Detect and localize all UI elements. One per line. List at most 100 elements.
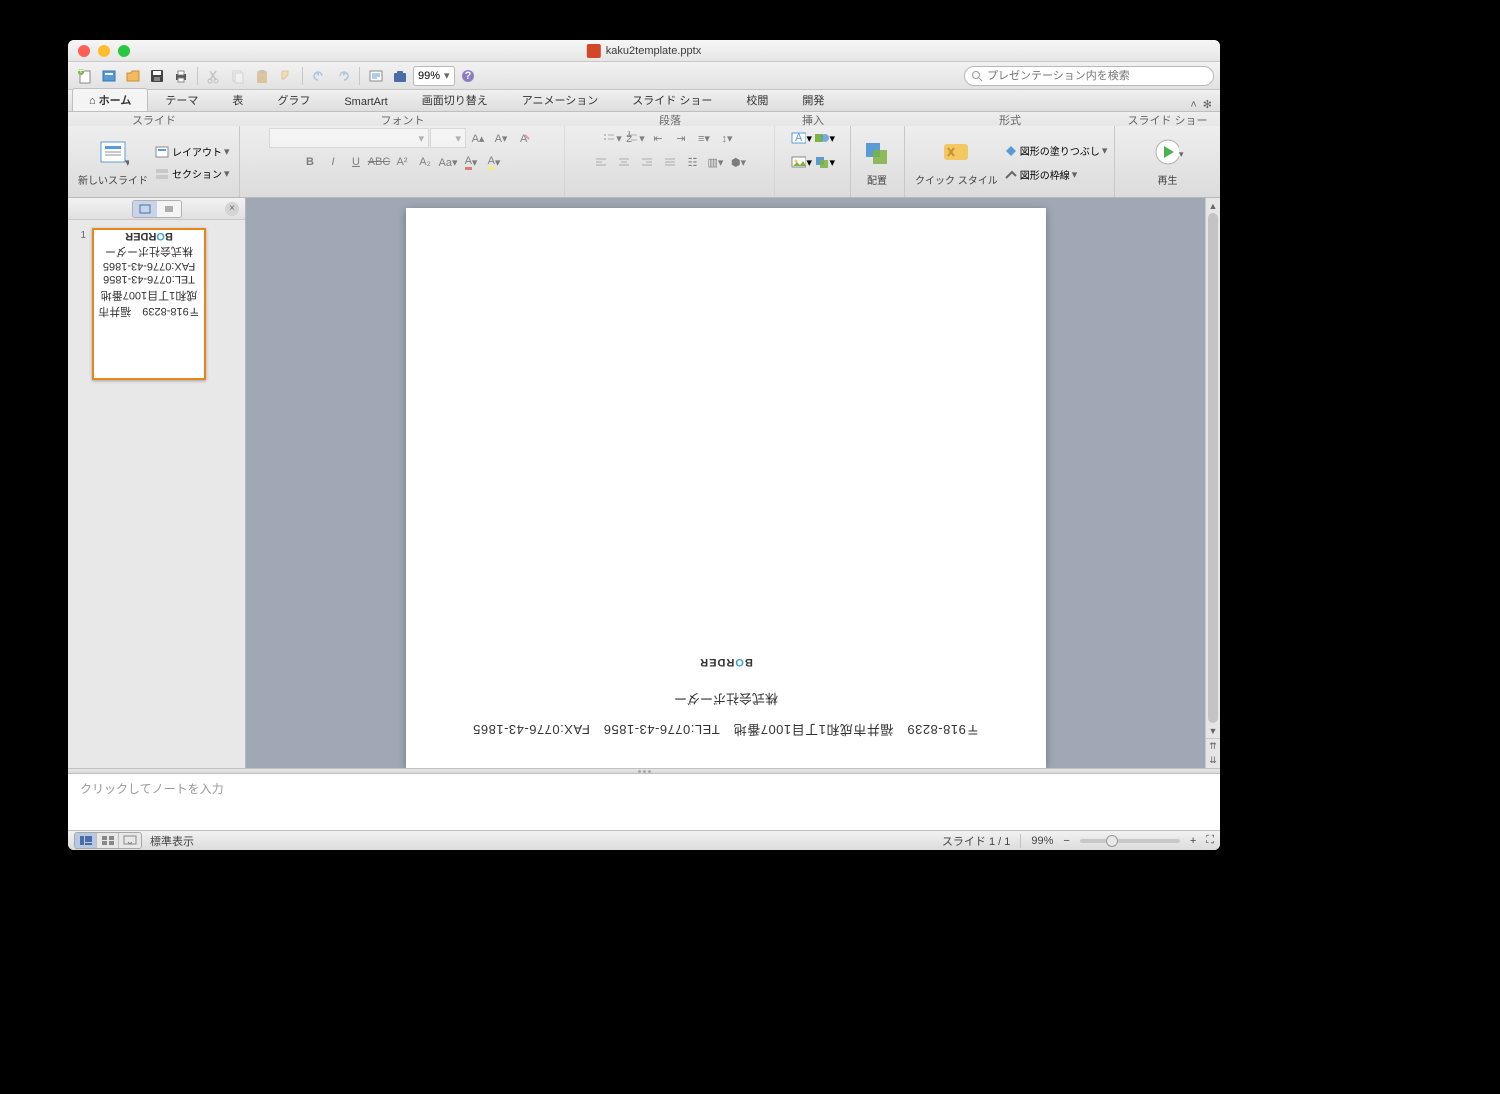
smartart-convert-button[interactable]: ⬢▾ — [728, 152, 750, 172]
new-file-button[interactable]: + — [74, 65, 96, 87]
distribute-button[interactable]: ☷ — [682, 152, 704, 172]
scroll-thumb[interactable] — [1208, 213, 1218, 723]
redo-button[interactable] — [332, 65, 354, 87]
search-box[interactable] — [964, 66, 1214, 86]
highlight-button[interactable]: A▾ — [483, 152, 505, 172]
tab-animation[interactable]: アニメーション — [505, 88, 616, 111]
svg-text:2: 2 — [626, 133, 632, 145]
svg-text:▾: ▾ — [125, 157, 129, 169]
normal-view-button[interactable] — [75, 833, 97, 848]
thumbnail-view-button[interactable] — [133, 201, 157, 217]
grow-font-button[interactable]: A▴ — [467, 128, 489, 148]
columns-button[interactable]: ▥▾ — [705, 152, 727, 172]
slide-canvas[interactable]: 〒918-8239 福井市成和1丁目1007番地 TEL:0776-43-185… — [246, 198, 1205, 768]
tab-chart[interactable]: グラフ — [260, 88, 327, 111]
address-text: 〒918-8239 福井市成和1丁目1007番地 TEL:0776-43-185… — [472, 721, 979, 740]
zoom-dropdown[interactable]: 99%▾ — [413, 66, 455, 86]
minimize-window-button[interactable] — [98, 45, 110, 57]
shape-outline-dropdown[interactable]: 図形の枠線▾ — [1004, 165, 1108, 185]
scroll-down-button[interactable]: ▼ — [1206, 723, 1220, 738]
outline-view-button[interactable] — [157, 201, 181, 217]
play-slideshow-button[interactable]: ▾ 再生 — [1148, 136, 1188, 189]
align-right-button[interactable] — [636, 152, 658, 172]
new-from-template-button[interactable] — [98, 65, 120, 87]
italic-button[interactable]: I — [322, 152, 344, 172]
zoom-slider[interactable] — [1080, 839, 1180, 843]
search-input[interactable] — [987, 70, 1207, 82]
shrink-font-button[interactable]: A▾ — [490, 128, 512, 148]
tab-table[interactable]: 表 — [215, 88, 260, 111]
notes-pane[interactable]: クリックしてノートを入力 — [68, 774, 1220, 830]
app-window: kaku2template.pptx + 99%▾ ? ⌂ホーム テーマ 表 グ… — [68, 40, 1220, 850]
undo-button[interactable] — [308, 65, 330, 87]
tab-transition[interactable]: 画面切り替え — [405, 88, 505, 111]
change-case-button[interactable]: Aa▾ — [437, 152, 459, 172]
tab-theme[interactable]: テーマ — [148, 88, 215, 111]
font-size-dropdown[interactable]: ▾ — [430, 128, 466, 148]
tab-home[interactable]: ⌂ホーム — [72, 88, 148, 111]
section-dropdown[interactable]: セクション▾ — [154, 164, 230, 184]
print-button[interactable] — [170, 65, 192, 87]
vertical-scrollbar[interactable]: ▲ ▼ ⇈ ⇊ — [1205, 198, 1220, 768]
superscript-button[interactable]: A² — [391, 152, 413, 172]
subscript-button[interactable]: A₂ — [414, 152, 436, 172]
next-slide-button[interactable]: ⇊ — [1206, 753, 1220, 768]
tab-developer[interactable]: 開発 — [785, 88, 841, 111]
text-box-button[interactable]: A▾ — [790, 128, 812, 148]
show-formatting-button[interactable] — [365, 65, 387, 87]
copy-button[interactable] — [227, 65, 249, 87]
open-button[interactable] — [122, 65, 144, 87]
outdent-button[interactable]: ⇤ — [647, 128, 669, 148]
align-center-button[interactable] — [613, 152, 635, 172]
underline-button[interactable]: U — [345, 152, 367, 172]
line-spacing-button[interactable]: ≡▾ — [693, 128, 715, 148]
zoom-out-button[interactable]: − — [1063, 835, 1069, 847]
font-color-button[interactable]: A▾ — [460, 152, 482, 172]
fit-window-button[interactable]: ⛶ — [1206, 834, 1214, 847]
cut-button[interactable] — [203, 65, 225, 87]
tab-review[interactable]: 校閲 — [729, 88, 785, 111]
prev-slide-button[interactable]: ⇈ — [1206, 738, 1220, 753]
paste-button[interactable] — [251, 65, 273, 87]
picture-button[interactable]: ▾ — [790, 152, 812, 172]
clear-format-button[interactable]: A — [513, 128, 535, 148]
numbering-button[interactable]: 12▾ — [624, 128, 646, 148]
toolbox-button[interactable] — [389, 65, 411, 87]
shapes-button[interactable]: ▾ — [813, 128, 835, 148]
slide[interactable]: 〒918-8239 福井市成和1丁目1007番地 TEL:0776-43-185… — [406, 208, 1046, 768]
bullets-button[interactable]: ▾ — [601, 128, 623, 148]
pptx-file-icon — [587, 44, 601, 58]
new-slide-button[interactable]: ▾ 新しいスライド — [74, 136, 152, 189]
zoom-window-button[interactable] — [118, 45, 130, 57]
text-direction-button[interactable]: ↕▾ — [716, 128, 738, 148]
close-pane-button[interactable]: × — [225, 202, 239, 216]
arrange-button[interactable]: 配置 — [857, 136, 897, 189]
quick-styles-button[interactable]: クイック スタイル — [911, 136, 1002, 189]
save-button[interactable] — [146, 65, 168, 87]
strike-button[interactable]: ABC — [368, 152, 390, 172]
layout-dropdown[interactable]: レイアウト▾ — [154, 142, 230, 162]
close-window-button[interactable] — [78, 45, 90, 57]
group-label-format: 形式 — [905, 112, 1115, 126]
tab-slideshow[interactable]: スライド ショー — [615, 88, 729, 111]
font-family-dropdown[interactable]: ▾ — [269, 128, 429, 148]
indent-button[interactable]: ⇥ — [670, 128, 692, 148]
justify-button[interactable] — [659, 152, 681, 172]
align-left-button[interactable] — [590, 152, 612, 172]
zoom-level: 99% — [1031, 835, 1053, 847]
zoom-in-button[interactable]: + — [1190, 835, 1196, 847]
collapse-ribbon-button[interactable]: ˄ — [1190, 99, 1196, 111]
arrange-shapes-button[interactable]: ▾ — [813, 152, 835, 172]
thumbnail-pane: × 1 〒918-8239 福井市成和1丁目1007番地 TEL:0776-43… — [68, 198, 246, 768]
tab-smartart[interactable]: SmartArt — [327, 92, 404, 111]
sorter-view-button[interactable] — [97, 833, 119, 848]
svg-text:?: ? — [464, 70, 471, 82]
slide-thumbnail[interactable]: 1 〒918-8239 福井市成和1丁目1007番地 TEL:0776-43-1… — [72, 228, 241, 380]
help-button[interactable]: ? — [457, 65, 479, 87]
ribbon-settings-button[interactable]: ✻ — [1203, 98, 1212, 111]
slideshow-view-button[interactable] — [119, 833, 141, 848]
format-painter-button[interactable] — [275, 65, 297, 87]
shape-fill-dropdown[interactable]: 図形の塗りつぶし▾ — [1004, 141, 1108, 161]
scroll-up-button[interactable]: ▲ — [1206, 198, 1220, 213]
bold-button[interactable]: B — [299, 152, 321, 172]
